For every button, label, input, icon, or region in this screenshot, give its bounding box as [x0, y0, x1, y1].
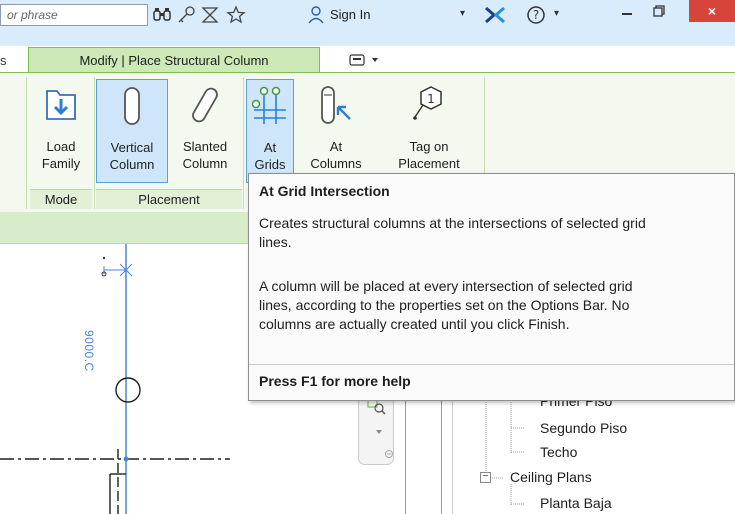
title-bar: or phrase Sign In ▾ ? ▾ ×: [0, 0, 735, 46]
minimize-icon: [622, 13, 632, 15]
help-icon[interactable]: ?: [526, 5, 546, 25]
grid-intersection-marker: [123, 456, 129, 462]
subscription-icon[interactable]: [200, 5, 220, 25]
vertical-column-label: Vertical Column: [109, 140, 155, 172]
at-grids-label: At Grids: [254, 140, 286, 172]
collapse-icon[interactable]: −: [480, 472, 491, 483]
load-family-icon: [46, 90, 76, 120]
tooltip-description: Creates structural columns at the inters…: [259, 215, 646, 250]
panel-separator: [441, 383, 442, 514]
slanted-column-icon: [192, 87, 218, 123]
tab-previous[interactable]: s: [0, 53, 7, 68]
exchange-apps-icon[interactable]: [482, 5, 508, 25]
slanted-column-button[interactable]: Slanted Column: [170, 79, 240, 183]
tooltip-details: A column will be placed at every interse…: [259, 278, 633, 332]
at-columns-icon: [321, 86, 351, 124]
slanted-column-label: Slanted Column: [182, 139, 228, 171]
help-icon-glyph: ?: [533, 8, 539, 22]
column-preview-circle: [115, 377, 141, 403]
load-family-button[interactable]: Load Family: [30, 79, 92, 183]
at-grids-button[interactable]: At Grids: [246, 79, 294, 183]
vertical-column-button[interactable]: Vertical Column: [96, 79, 168, 183]
tree-item-ceiling-plans[interactable]: Ceiling Plans: [510, 466, 592, 488]
tooltip-at-grid-intersection: At Grid Intersection Creates structural …: [248, 173, 735, 401]
tree-item-segundo-piso[interactable]: Segundo Piso: [540, 417, 627, 439]
tooltip-title: At Grid Intersection: [259, 183, 390, 199]
restore-button[interactable]: [644, 0, 674, 22]
close-button[interactable]: ×: [689, 0, 735, 22]
panel-divider: [26, 77, 27, 209]
panel-divider: [243, 77, 244, 209]
tag-on-placement-button[interactable]: 1 Tag on Placement: [386, 79, 472, 183]
tooltip-help-hint: Press F1 for more help: [259, 373, 411, 389]
dimension-value: 9000.C: [82, 330, 96, 372]
panel-divider: [94, 77, 95, 209]
at-grids-icon: [252, 86, 286, 124]
tag-on-placement-label: Tag on Placement: [398, 139, 460, 171]
sign-in-dropdown-icon[interactable]: ▾: [460, 8, 465, 19]
minimize-button[interactable]: [612, 0, 642, 22]
at-columns-button[interactable]: At Columns: [300, 79, 372, 183]
tree-item-techo[interactable]: Techo: [540, 441, 577, 463]
sign-in-link[interactable]: Sign In: [330, 7, 370, 22]
binoculars-icon[interactable]: [152, 5, 172, 25]
restore-icon: [653, 5, 665, 17]
search-input[interactable]: or phrase: [0, 4, 148, 26]
tree-item-planta-baja[interactable]: Planta Baja: [540, 492, 612, 514]
user-icon[interactable]: [306, 5, 326, 25]
point-marker: [102, 256, 106, 260]
svg-text:1: 1: [427, 92, 435, 106]
tab-modify-place-structural-column[interactable]: Modify | Place Structural Column: [28, 47, 320, 73]
key-icon[interactable]: [176, 5, 196, 25]
project-browser-tree: Primer Piso Segundo Piso Techo − Ceiling…: [456, 388, 735, 514]
tooltip-separator: [249, 364, 734, 365]
vertical-column-icon: [124, 87, 140, 125]
group-label-mode: Mode: [30, 189, 92, 209]
panel-separator: [405, 383, 406, 514]
panel-separator: [452, 383, 453, 514]
load-family-label: Load Family: [41, 139, 81, 171]
ribbon-display-toggle-icon[interactable]: [346, 52, 386, 68]
help-dropdown-icon[interactable]: ▾: [554, 8, 559, 19]
star-icon[interactable]: [226, 5, 246, 25]
tag-on-placement-icon: 1: [413, 86, 442, 120]
group-label-placement: Placement: [96, 189, 242, 209]
at-columns-label: At Columns: [310, 139, 362, 171]
